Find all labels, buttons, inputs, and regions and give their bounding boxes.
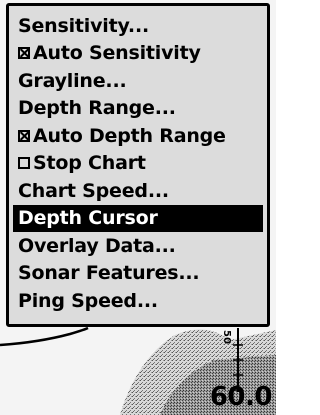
sonar-screen: 50 60.0 Sensitivity... Auto Sensitivity … bbox=[0, 0, 276, 415]
bottom-contour-line bbox=[0, 326, 89, 347]
depth-scale-label: 50 bbox=[221, 330, 232, 344]
menu-item-label: Ping Speed... bbox=[18, 289, 158, 312]
menu-item-label: Depth Cursor bbox=[18, 207, 158, 230]
menu-item-grayline[interactable]: Grayline... bbox=[13, 67, 263, 95]
menu-item-sensitivity[interactable]: Sensitivity... bbox=[13, 12, 263, 40]
menu-item-label: Sonar Features... bbox=[18, 262, 200, 285]
checkbox-checked-icon[interactable] bbox=[18, 129, 30, 142]
menu-item-label: Stop Chart bbox=[33, 152, 146, 175]
checkbox-unchecked-icon[interactable] bbox=[18, 157, 30, 170]
checkbox-checked-icon[interactable] bbox=[18, 47, 30, 60]
menu-item-label: Overlay Data... bbox=[18, 234, 176, 257]
menu-item-label: Chart Speed... bbox=[18, 179, 169, 202]
menu-item-chart-speed[interactable]: Chart Speed... bbox=[13, 177, 263, 205]
menu-item-label: Depth Range... bbox=[18, 97, 176, 120]
menu-item-auto-sensitivity[interactable]: Auto Sensitivity bbox=[13, 40, 263, 68]
depth-readout: 60.0 bbox=[209, 382, 273, 412]
menu-item-overlay-data[interactable]: Overlay Data... bbox=[13, 232, 263, 260]
menu-item-depth-cursor[interactable]: Depth Cursor bbox=[13, 204, 263, 232]
menu-item-label: Grayline... bbox=[18, 69, 127, 92]
sonar-options-menu: Sensitivity... Auto Sensitivity Grayline… bbox=[6, 3, 270, 327]
menu-item-label: Auto Sensitivity bbox=[33, 42, 201, 65]
menu-item-ping-speed[interactable]: Ping Speed... bbox=[13, 287, 263, 315]
menu-item-auto-depth-range[interactable]: Auto Depth Range bbox=[13, 122, 263, 150]
menu-item-label: Sensitivity... bbox=[18, 14, 149, 37]
menu-item-label: Auto Depth Range bbox=[33, 124, 226, 147]
menu-item-stop-chart[interactable]: Stop Chart bbox=[13, 150, 263, 178]
menu-item-depth-range[interactable]: Depth Range... bbox=[13, 95, 263, 123]
menu-item-sonar-features[interactable]: Sonar Features... bbox=[13, 260, 263, 288]
